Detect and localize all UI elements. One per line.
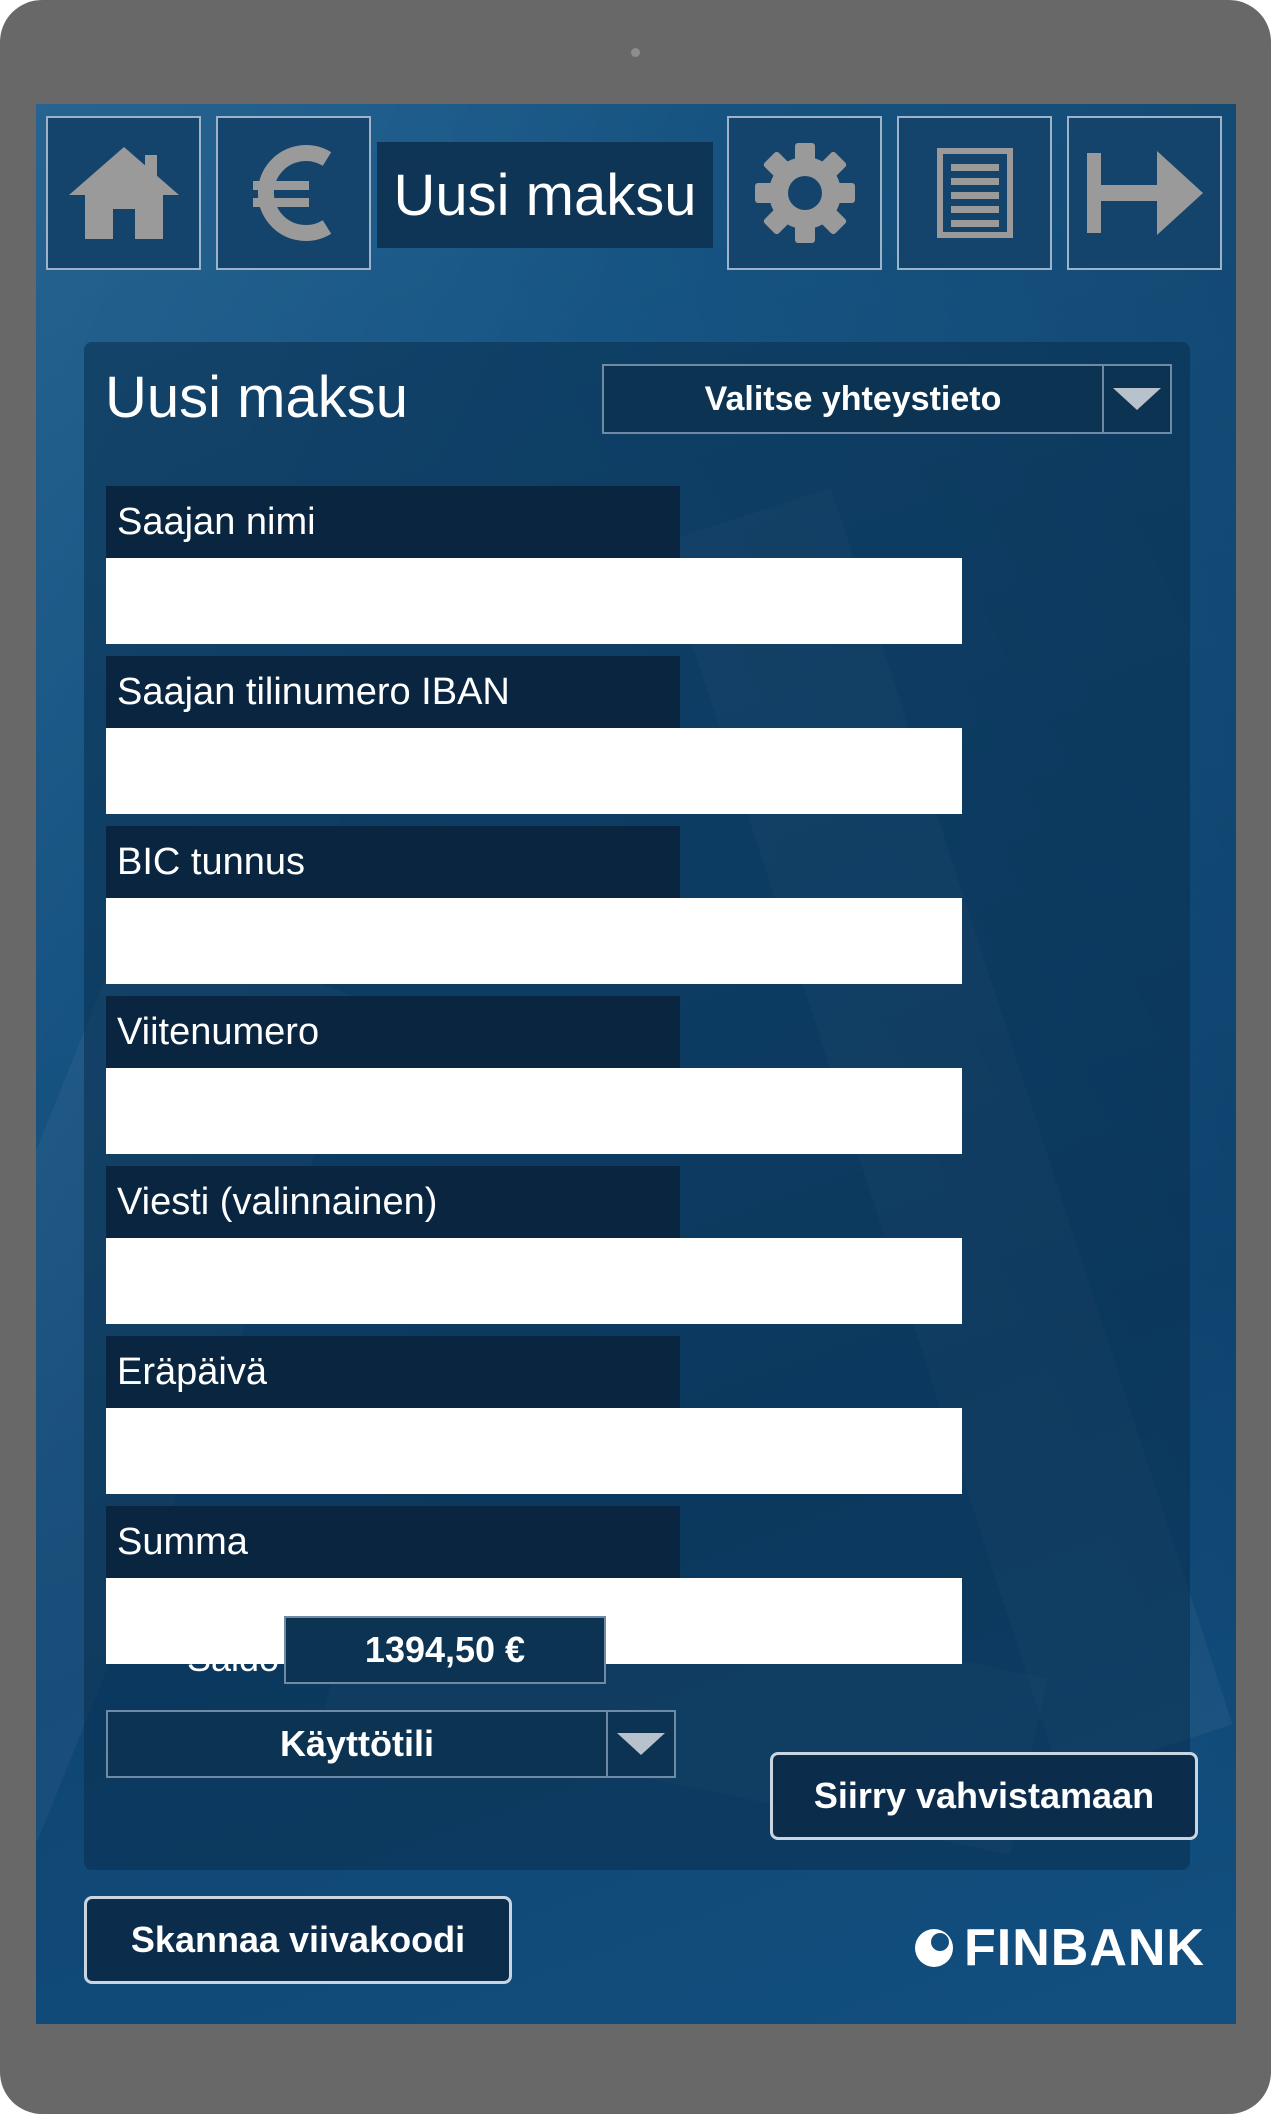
- message-label: Viesti (valinnainen): [106, 1166, 680, 1238]
- iban-input[interactable]: [106, 728, 962, 814]
- settings-button[interactable]: [727, 116, 882, 270]
- finbank-logo: FINBANK: [914, 1918, 1205, 1978]
- reference-input[interactable]: [106, 1068, 962, 1154]
- home-icon: [68, 147, 179, 239]
- bic-input[interactable]: [106, 898, 962, 984]
- form-title: Uusi maksu: [105, 365, 408, 430]
- recipient-name-label: Saajan nimi: [106, 486, 680, 558]
- logout-button[interactable]: [1067, 116, 1222, 270]
- tablet-frame: Uusi maksu Uusi maksu Valitse yhteystiet…: [0, 0, 1271, 2114]
- contact-select[interactable]: Valitse yhteystieto: [602, 364, 1172, 434]
- chevron-down-icon: [606, 1712, 674, 1776]
- account-select-label: Käyttötili: [279, 1723, 434, 1764]
- balance-value: 1394,50 €: [284, 1616, 606, 1684]
- document-icon: [936, 148, 1013, 238]
- home-button[interactable]: [46, 116, 201, 270]
- amount-label: Summa: [106, 1506, 680, 1578]
- account-select[interactable]: Käyttötili: [106, 1710, 676, 1778]
- payments-button[interactable]: [216, 116, 371, 270]
- camera-dot: [631, 48, 640, 57]
- contact-select-label: Valitse yhteystieto: [704, 379, 1002, 418]
- scan-barcode-button[interactable]: Skannaa viivakoodi: [84, 1896, 512, 1984]
- continue-button[interactable]: Siirry vahvistamaan: [770, 1752, 1198, 1840]
- brand-name: FINBANK: [964, 1919, 1205, 1977]
- balance-label: Saldo: [187, 1638, 280, 1679]
- bic-label: BIC tunnus: [106, 826, 680, 898]
- logout-arrow-icon: [1086, 151, 1203, 235]
- documents-button[interactable]: [897, 116, 1052, 270]
- message-input[interactable]: [106, 1238, 962, 1324]
- euro-icon: [252, 145, 331, 241]
- chevron-down-icon: [1102, 366, 1170, 432]
- page-title: Uusi maksu: [377, 142, 713, 248]
- reference-label: Viitenumero: [106, 996, 680, 1068]
- gear-icon: [754, 143, 855, 243]
- iban-label: Saajan tilinumero IBAN: [106, 656, 680, 728]
- finbank-logo-icon: [915, 1929, 953, 1967]
- due-date-label: Eräpäivä: [106, 1336, 680, 1408]
- due-date-input[interactable]: [106, 1408, 962, 1494]
- recipient-name-input[interactable]: [106, 558, 962, 644]
- app-screen: Uusi maksu Uusi maksu Valitse yhteystiet…: [36, 104, 1236, 2024]
